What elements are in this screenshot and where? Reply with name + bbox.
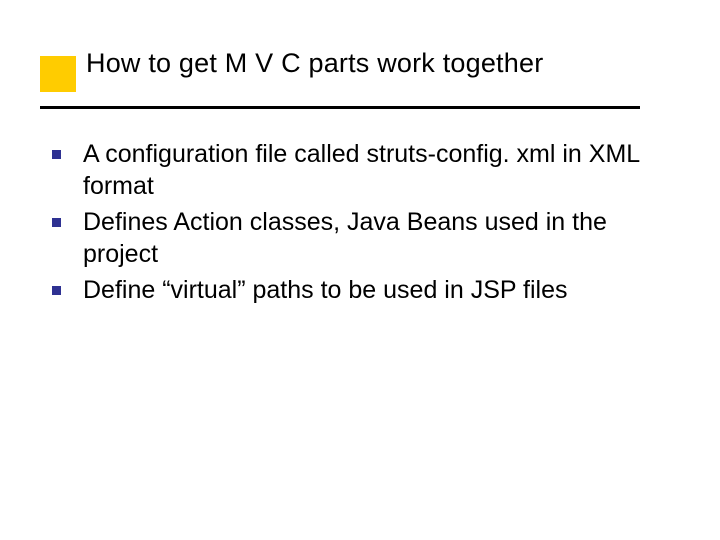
title-accent-box xyxy=(40,56,76,92)
list-item: Defines Action classes, Java Beans used … xyxy=(52,206,664,270)
slide: How to get M V C parts work together A c… xyxy=(0,0,720,540)
bullet-text: Defines Action classes, Java Beans used … xyxy=(83,206,664,270)
bullet-text: Define “virtual” paths to be used in JSP… xyxy=(83,274,664,306)
square-bullet-icon xyxy=(52,218,61,227)
bullet-text: A configuration file called struts-confi… xyxy=(83,138,664,202)
list-item: A configuration file called struts-confi… xyxy=(52,138,664,202)
title-underline xyxy=(40,106,640,109)
square-bullet-icon xyxy=(52,150,61,159)
body-text: A configuration file called struts-confi… xyxy=(52,138,664,310)
slide-title: How to get M V C parts work together xyxy=(86,48,543,79)
list-item: Define “virtual” paths to be used in JSP… xyxy=(52,274,664,306)
square-bullet-icon xyxy=(52,286,61,295)
